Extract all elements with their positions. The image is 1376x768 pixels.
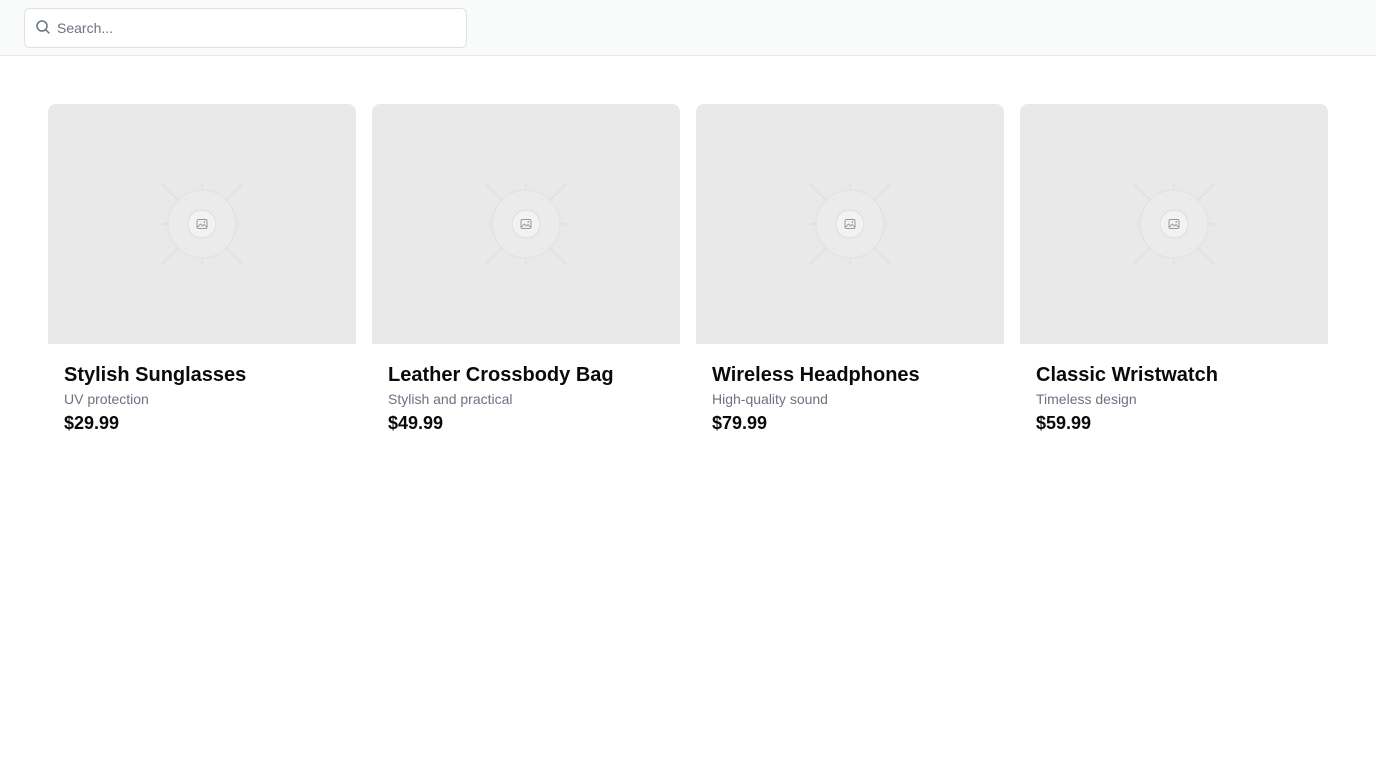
product-title: Wireless Headphones: [712, 364, 920, 386]
product-description: UV protection: [64, 391, 149, 407]
product-description: High-quality sound: [712, 391, 828, 407]
product-title: Classic Wristwatch: [1036, 364, 1218, 386]
image-placeholder-icon: [810, 184, 890, 264]
product-grid: Stylish Sunglasses UV protection $29.99 …: [48, 104, 1328, 435]
product-price: $29.99: [64, 413, 120, 433]
product-description: Stylish and practical: [388, 391, 513, 407]
product-card[interactable]: Wireless Headphones High-quality sound $…: [696, 104, 1004, 435]
search-icon: [36, 20, 50, 34]
product-title: Stylish Sunglasses: [64, 364, 247, 386]
search-box[interactable]: [24, 8, 467, 48]
product-image: [696, 104, 1004, 344]
product-description: Timeless design: [1036, 391, 1137, 407]
top-bar: [0, 0, 1376, 56]
product-card[interactable]: Leather Crossbody Bag Stylish and practi…: [372, 104, 680, 435]
product-card[interactable]: Classic Wristwatch Timeless design $59.9…: [1020, 104, 1328, 435]
product-price: $49.99: [388, 413, 444, 433]
image-placeholder-icon: [486, 184, 566, 264]
search-input[interactable]: [57, 9, 457, 47]
image-placeholder-icon: [1134, 184, 1214, 264]
product-image: [48, 104, 356, 344]
product-price: $59.99: [1036, 413, 1092, 433]
product-image: [372, 104, 680, 344]
product-card[interactable]: Stylish Sunglasses UV protection $29.99: [48, 104, 356, 435]
product-title: Leather Crossbody Bag: [388, 364, 614, 386]
product-price: $79.99: [712, 413, 768, 433]
image-placeholder-icon: [162, 184, 242, 264]
product-image: [1020, 104, 1328, 344]
